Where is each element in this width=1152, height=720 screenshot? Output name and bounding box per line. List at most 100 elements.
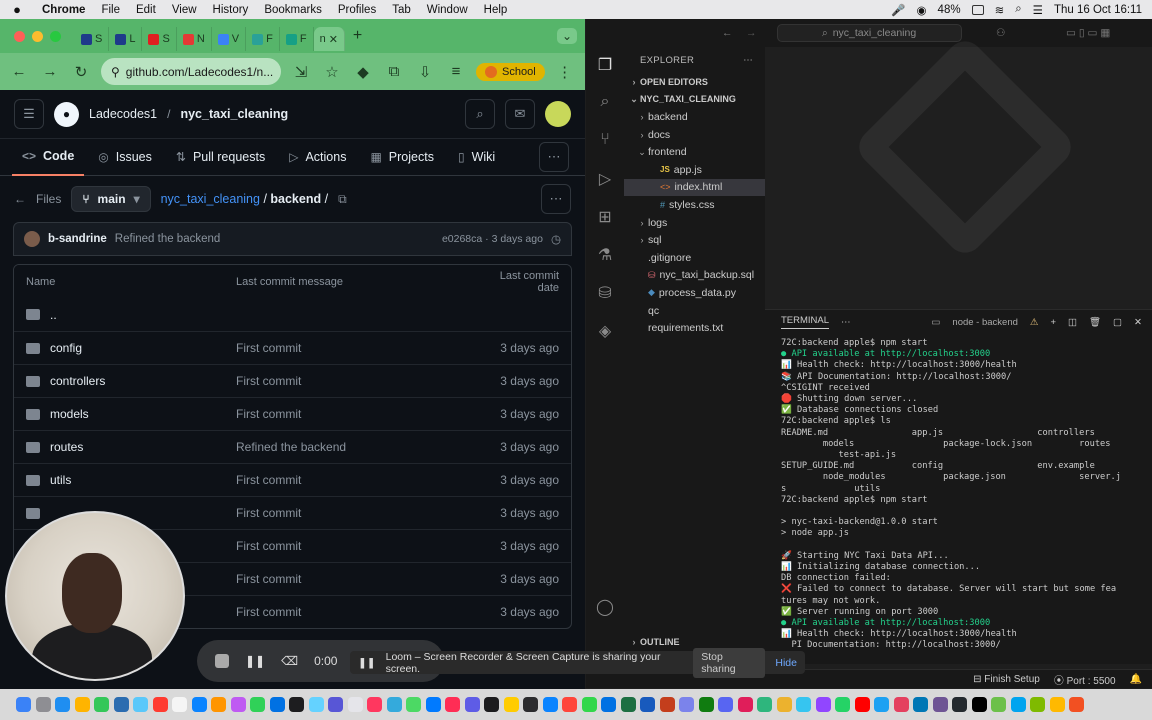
commit-message-cell[interactable]: First commit bbox=[236, 539, 476, 553]
tree-item[interactable]: ◆ process_data.py bbox=[624, 284, 765, 302]
hide-button[interactable]: Hide bbox=[775, 657, 797, 669]
dock-app-icon[interactable] bbox=[718, 697, 733, 712]
dock-app-icon[interactable] bbox=[425, 697, 441, 712]
chrome-menu-icon[interactable]: ⋮ bbox=[554, 63, 576, 81]
dock-app-icon[interactable] bbox=[796, 697, 811, 712]
file-name[interactable]: controllers bbox=[50, 374, 105, 388]
more-nav-icon[interactable]: ⋯ bbox=[539, 142, 569, 172]
dock-app-icon[interactable] bbox=[835, 697, 850, 712]
dock-app-icon[interactable] bbox=[35, 697, 51, 712]
browser-tab[interactable]: S bbox=[75, 27, 110, 51]
new-terminal-icon[interactable]: + bbox=[1050, 317, 1056, 328]
testing-icon[interactable]: ⚗ bbox=[594, 245, 616, 267]
dock-app-icon[interactable] bbox=[659, 697, 675, 712]
tree-item[interactable]: <> index.html bbox=[624, 178, 765, 197]
dock-app-icon[interactable] bbox=[347, 697, 363, 712]
tree-item[interactable]: › sql bbox=[624, 231, 765, 249]
tree-item[interactable]: › backend bbox=[624, 108, 765, 126]
new-tab-button[interactable]: + bbox=[353, 27, 362, 45]
tree-item[interactable]: # styles.css bbox=[624, 196, 765, 214]
address-bar[interactable]: ⚲ github.com/Ladecodes1/n... bbox=[101, 58, 281, 85]
control-center-icon[interactable]: ☰ bbox=[1033, 3, 1043, 17]
tab-search-icon[interactable]: ⌄ bbox=[556, 28, 577, 44]
menubar-clock[interactable]: Thu 16 Oct 16:11 bbox=[1054, 4, 1142, 16]
dock-app-icon[interactable] bbox=[893, 697, 909, 712]
file-name[interactable]: utils bbox=[50, 473, 71, 487]
reload-button[interactable]: ↻ bbox=[70, 63, 92, 81]
commit-message-cell[interactable]: First commit bbox=[236, 473, 476, 487]
dock-app-icon[interactable] bbox=[874, 697, 889, 712]
wifi-icon[interactable]: ≋ bbox=[995, 3, 1005, 17]
tree-item[interactable]: JS app.js bbox=[624, 161, 765, 179]
pause-icon[interactable]: ❚❚ bbox=[245, 654, 265, 668]
outline-section[interactable]: › OUTLINE bbox=[624, 633, 680, 651]
tab-issues[interactable]: ◎ Issues bbox=[88, 139, 162, 176]
user-avatar[interactable] bbox=[545, 101, 571, 127]
database-icon[interactable]: ⛁ bbox=[594, 283, 616, 305]
dock-app-icon[interactable] bbox=[464, 697, 480, 712]
tab-code[interactable]: <> Code bbox=[12, 139, 85, 176]
dock-app-icon[interactable] bbox=[971, 697, 987, 712]
dock-app-icon[interactable] bbox=[854, 697, 870, 712]
table-row[interactable]: utils First commit 3 days ago bbox=[14, 463, 571, 496]
browser-tab[interactable]: S bbox=[142, 27, 177, 51]
menu-history[interactable]: History bbox=[205, 4, 257, 16]
file-name-cell[interactable]: controllers bbox=[14, 374, 236, 388]
terminal-tab[interactable]: TERMINAL bbox=[781, 315, 830, 329]
terminal-output[interactable]: 72C:backend apple$ npm start ● API availa… bbox=[765, 334, 1152, 654]
menu-window[interactable]: Window bbox=[419, 4, 476, 16]
active-tab[interactable]: n ✕ bbox=[313, 27, 345, 51]
dock-app-icon[interactable] bbox=[503, 697, 519, 712]
browser-tab[interactable]: L bbox=[109, 27, 143, 51]
dock-app-icon[interactable] bbox=[406, 697, 421, 712]
tab-actions[interactable]: ▷ Actions bbox=[279, 139, 356, 176]
menu-view[interactable]: View bbox=[164, 4, 205, 16]
cancel-recording-icon[interactable]: ⌫ bbox=[281, 654, 298, 668]
dock-app-icon[interactable] bbox=[640, 697, 655, 712]
commit-author-avatar[interactable] bbox=[24, 231, 40, 247]
site-info-icon[interactable]: ⚲ bbox=[111, 65, 120, 79]
menu-profiles[interactable]: Profiles bbox=[330, 4, 384, 16]
panel-more-icon[interactable]: ⋯ bbox=[841, 317, 851, 328]
dock-app-icon[interactable] bbox=[367, 697, 382, 712]
browser-tab[interactable]: V bbox=[212, 27, 247, 51]
dock-app-icon[interactable] bbox=[581, 697, 597, 712]
nav-forward-icon[interactable]: → bbox=[746, 27, 757, 39]
extensions-icon[interactable]: ⊞ bbox=[594, 207, 616, 229]
file-name[interactable]: .. bbox=[50, 308, 57, 322]
layers-icon[interactable]: ◈ bbox=[594, 321, 616, 343]
kill-terminal-icon[interactable]: 🗑 bbox=[1089, 317, 1101, 328]
tab-wiki[interactable]: ▯ Wiki bbox=[448, 139, 505, 176]
commit-message[interactable]: Refined the backend bbox=[115, 233, 221, 245]
tab-projects[interactable]: ▦ Projects bbox=[360, 139, 444, 176]
copy-path-icon[interactable]: ⧉ bbox=[338, 192, 347, 207]
dock-app-icon[interactable] bbox=[913, 697, 928, 712]
tree-item[interactable]: requirements.txt bbox=[624, 319, 765, 337]
menu-bookmarks[interactable]: Bookmarks bbox=[256, 4, 330, 16]
file-name[interactable]: routes bbox=[50, 440, 83, 454]
nav-back-icon[interactable]: ← bbox=[722, 27, 733, 39]
menu-app-chrome[interactable]: Chrome bbox=[34, 4, 93, 16]
browser-tab[interactable]: F bbox=[280, 27, 314, 51]
commit-message-cell[interactable]: First commit bbox=[236, 374, 476, 388]
commit-message-cell[interactable]: First commit bbox=[236, 605, 476, 619]
dock-app-icon[interactable] bbox=[1049, 697, 1065, 712]
bookmark-star-icon[interactable]: ☆ bbox=[321, 63, 343, 81]
forward-button[interactable]: → bbox=[39, 63, 61, 80]
explorer-icon[interactable]: ❐ bbox=[594, 55, 616, 77]
search-icon[interactable]: ⌕ bbox=[594, 93, 616, 115]
search-icon[interactable]: ⌕ bbox=[465, 99, 495, 129]
maximize-window-button[interactable] bbox=[50, 30, 61, 42]
commit-meta[interactable]: e0268ca · 3 days ago bbox=[442, 233, 543, 245]
file-name-cell[interactable]: .. bbox=[14, 308, 236, 322]
dock-app-icon[interactable] bbox=[269, 697, 285, 712]
tree-item[interactable]: .gitignore bbox=[624, 249, 765, 267]
close-window-button[interactable] bbox=[14, 30, 25, 42]
tree-item[interactable]: › docs bbox=[624, 126, 765, 144]
commit-message-cell[interactable]: First commit bbox=[236, 407, 476, 421]
browser-tab[interactable]: N bbox=[177, 27, 212, 51]
commit-message-cell[interactable]: First commit bbox=[236, 506, 476, 520]
stop-recording-button[interactable] bbox=[215, 654, 229, 668]
commit-message-cell[interactable]: First commit bbox=[236, 341, 476, 355]
table-row[interactable]: controllers First commit 3 days ago bbox=[14, 364, 571, 397]
